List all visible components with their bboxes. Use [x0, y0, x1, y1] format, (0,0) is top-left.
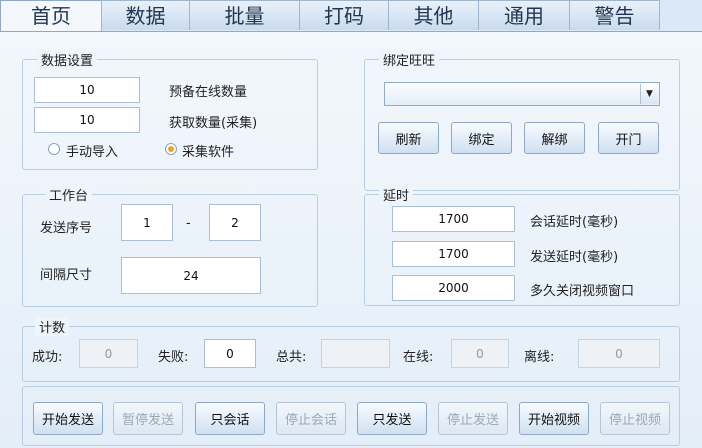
session-delay-label: 会话延时(毫秒): [530, 215, 619, 230]
tab-content-home: 数据设置 预备在线数量 获取数量(采集) 手动导入 采集软件 绑定旺旺 ▼ 刷新…: [0, 31, 702, 448]
delay-title: 延时: [379, 185, 414, 204]
session-delay-input[interactable]: [392, 206, 515, 232]
tab-data[interactable]: 数据: [101, 0, 190, 30]
data-settings-title: 数据设置: [37, 50, 98, 69]
refresh-button[interactable]: 刷新: [378, 122, 439, 154]
radio-manual-import[interactable]: [48, 143, 60, 155]
bind-button[interactable]: 绑定: [451, 122, 512, 154]
online-count-field: [451, 339, 509, 368]
interval-input[interactable]: [121, 257, 261, 294]
close-video-input[interactable]: [392, 275, 515, 301]
pause-send-button[interactable]: 暂停发送: [113, 402, 183, 435]
total-label: 总共:: [276, 350, 307, 365]
send-only-button[interactable]: 只发送: [357, 402, 427, 435]
start-video-button[interactable]: 开始视频: [519, 402, 589, 435]
unbind-button[interactable]: 解绑: [524, 122, 585, 154]
open-button[interactable]: 开门: [598, 122, 659, 154]
fetch-count-input[interactable]: [34, 107, 140, 133]
dropdown-arrow-icon[interactable]: ▼: [640, 84, 658, 104]
tab-home[interactable]: 首页: [0, 0, 102, 33]
offline-count-field: [578, 339, 660, 368]
reserve-online-label: 预备在线数量: [169, 85, 248, 100]
tab-other[interactable]: 其他: [388, 0, 479, 30]
workbench-title: 工作台: [45, 185, 93, 204]
interval-label: 间隔尺寸: [40, 268, 93, 283]
session-only-button[interactable]: 只会话: [195, 402, 265, 435]
send-delay-label: 发送延时(毫秒): [530, 250, 619, 265]
count-title: 计数: [35, 317, 70, 336]
seq-to-input[interactable]: [209, 204, 261, 241]
send-delay-input[interactable]: [392, 241, 515, 267]
send-seq-label: 发送序号: [40, 221, 93, 236]
seq-dash: -: [186, 216, 191, 231]
bind-wangwang-title: 绑定旺旺: [379, 50, 440, 69]
success-count-field: [79, 339, 138, 368]
wangwang-select[interactable]: ▼: [384, 82, 660, 106]
fail-count-field: [204, 339, 256, 368]
tab-bar: 首页 数据 批量 打码 其他 通用 警告: [0, 0, 702, 33]
fetch-count-label: 获取数量(采集): [169, 116, 258, 131]
tab-captcha[interactable]: 打码: [299, 0, 389, 30]
radio-collect-software-label: 采集软件: [182, 145, 235, 160]
success-label: 成功:: [32, 350, 63, 365]
start-send-button[interactable]: 开始发送: [33, 402, 103, 435]
seq-from-input[interactable]: [121, 204, 173, 241]
radio-manual-import-label: 手动导入: [66, 145, 119, 160]
online-label: 在线:: [403, 350, 434, 365]
close-video-label: 多久关闭视频窗口: [530, 284, 635, 299]
offline-label: 离线:: [524, 350, 555, 365]
radio-collect-software[interactable]: [165, 143, 177, 155]
stop-session-button[interactable]: 停止会话: [276, 402, 346, 435]
tab-batch[interactable]: 批量: [189, 0, 300, 30]
tab-warning[interactable]: 警告: [569, 0, 660, 30]
fail-label: 失败:: [158, 350, 189, 365]
stop-video-button[interactable]: 停止视频: [600, 402, 670, 435]
stop-send-button[interactable]: 停止发送: [438, 402, 508, 435]
total-count-field: [321, 339, 390, 368]
tab-general[interactable]: 通用: [478, 0, 570, 30]
reserve-online-input[interactable]: [34, 77, 140, 103]
